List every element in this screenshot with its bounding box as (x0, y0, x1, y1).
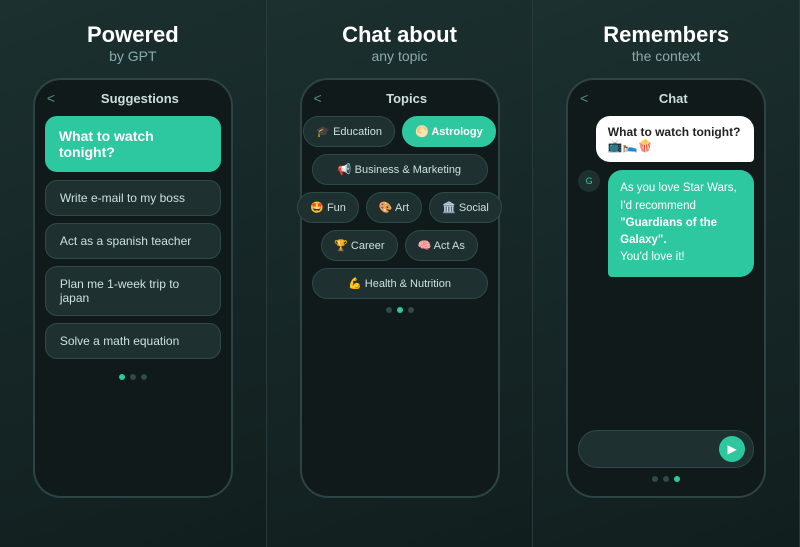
chat-area: What to watch tonight? 📺🛌🍿 G As you love… (578, 116, 754, 424)
pagination-dots-3 (578, 476, 754, 482)
topics-row-3: 🤩 Fun 🎨 Art 🏛️ Social (312, 192, 488, 223)
pagination-dots-1 (45, 374, 221, 380)
panel2-title: Chat about (342, 22, 457, 48)
pagination-dots-2 (312, 307, 488, 313)
dot-3-2 (663, 476, 669, 482)
panel-topics: Chat about any topic < Topics 🎓 Educatio… (267, 0, 534, 547)
topic-astrology[interactable]: 🌕 Astrology (402, 116, 496, 147)
topics-row-4: 🏆 Career 🧠 Act As (312, 230, 488, 261)
topic-actas[interactable]: 🧠 Act As (405, 230, 478, 261)
panel3-subtitle: the context (632, 48, 701, 64)
topic-health[interactable]: 💪 Health & Nutrition (312, 268, 488, 299)
chat-input-area: ▶ (578, 430, 754, 468)
phone-title-3: Chat (594, 91, 752, 106)
suggestion-item-4[interactable]: Solve a math equation (45, 323, 221, 359)
topic-career[interactable]: 🏆 Career (321, 230, 397, 261)
topic-education[interactable]: 🎓 Education (303, 116, 395, 147)
send-button[interactable]: ▶ (719, 436, 745, 462)
dot-1-active (119, 374, 125, 380)
dot-1-3 (141, 374, 147, 380)
panel3-title: Remembers (603, 22, 729, 48)
bot-msg-post: You'd love it! (620, 251, 684, 263)
suggestion-item-3[interactable]: Plan me 1-week trip to japan (45, 266, 221, 316)
dot-2-3 (408, 307, 414, 313)
phone-chat: < Chat What to watch tonight? 📺🛌🍿 G As y… (566, 78, 766, 498)
topic-art[interactable]: 🎨 Art (366, 192, 422, 223)
send-icon: ▶ (728, 442, 737, 456)
topics-row-2: 📢 Business & Marketing (312, 154, 488, 185)
phone-suggestions: < Suggestions What to watch tonight? Wri… (33, 78, 233, 498)
phone-title-2: Topics (328, 91, 486, 106)
back-icon-1[interactable]: < (47, 90, 55, 106)
dot-3-active (674, 476, 680, 482)
dot-2-active (397, 307, 403, 313)
panel1-subtitle: by GPT (109, 48, 156, 64)
dot-1-2 (130, 374, 136, 380)
topic-fun[interactable]: 🤩 Fun (297, 192, 359, 223)
user-message: What to watch tonight? 📺🛌🍿 (608, 125, 741, 153)
topic-business[interactable]: 📢 Business & Marketing (312, 154, 488, 185)
bot-msg-bold: "Guardians of the Galaxy". (620, 217, 717, 246)
gpt-avatar: G (578, 170, 600, 192)
suggestion-item-2[interactable]: Act as a spanish teacher (45, 223, 221, 259)
chat-bot-bubble: As you love Star Wars, I'd recommend "Gu… (608, 170, 754, 276)
phone-header-2: < Topics (312, 90, 488, 106)
topics-row-5: 💪 Health & Nutrition (312, 268, 488, 299)
dot-3-1 (652, 476, 658, 482)
panel-powered: Powered by GPT < Suggestions What to wat… (0, 0, 267, 547)
phone-header-1: < Suggestions (45, 90, 221, 106)
bot-msg-pre: As you love Star Wars, I'd recommend (620, 182, 737, 211)
dot-2-1 (386, 307, 392, 313)
chat-user-bubble: What to watch tonight? 📺🛌🍿 (596, 116, 754, 162)
highlight-text: What to watch tonight? (59, 128, 207, 160)
panel-remembers: Remembers the context < Chat What to wat… (533, 0, 800, 547)
panel1-title: Powered (87, 22, 179, 48)
phone-header-3: < Chat (578, 90, 754, 106)
topic-social[interactable]: 🏛️ Social (429, 192, 502, 223)
back-icon-3[interactable]: < (580, 90, 588, 106)
back-icon-2[interactable]: < (314, 90, 322, 106)
highlight-suggestion[interactable]: What to watch tonight? (45, 116, 221, 172)
topics-row-1: 🎓 Education 🌕 Astrology (312, 116, 488, 147)
suggestion-item-1[interactable]: Write e-mail to my boss (45, 180, 221, 216)
phone-topics: < Topics 🎓 Education 🌕 Astrology 📢 Busin… (300, 78, 500, 498)
phone-title-1: Suggestions (61, 91, 219, 106)
topics-grid: 🎓 Education 🌕 Astrology 📢 Business & Mar… (312, 116, 488, 299)
panel2-subtitle: any topic (371, 48, 427, 64)
